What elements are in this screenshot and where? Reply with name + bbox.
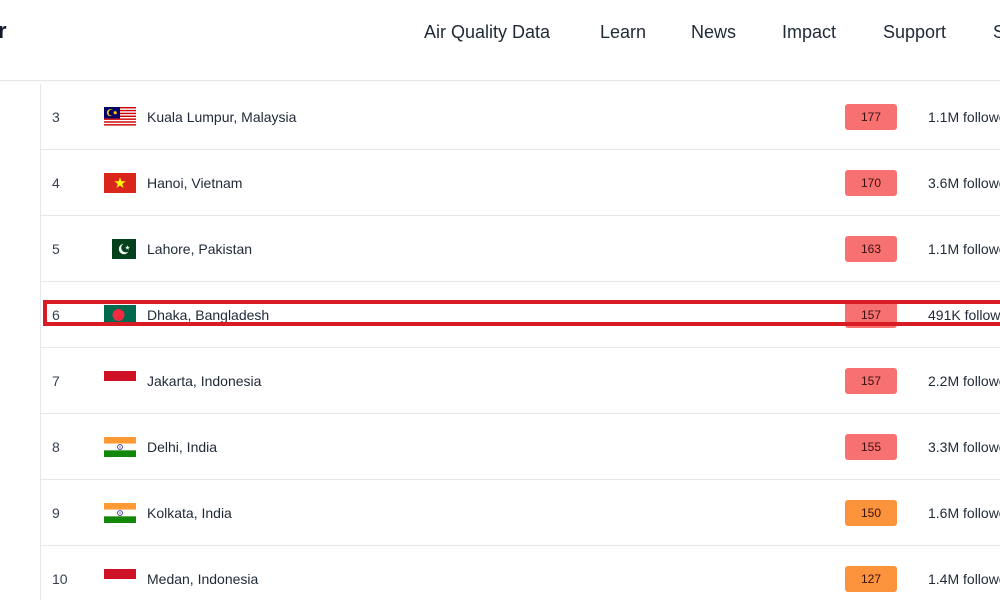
- followers-count: 1.1M followers: [928, 240, 1000, 257]
- city-name[interactable]: Jakarta, Indonesia: [147, 373, 261, 389]
- aqi-badge: 150: [845, 499, 897, 526]
- followers-count: 2.2M followers: [928, 372, 1000, 389]
- city-name[interactable]: Kolkata, India: [147, 505, 232, 521]
- table-row[interactable]: 7 Jakarta, Indonesia 157 2.2M followers: [41, 348, 1000, 414]
- india-flag-icon: [104, 502, 136, 523]
- followers-count: 1.4M followers: [928, 570, 1000, 587]
- nav-learn[interactable]: Learn: [600, 22, 646, 43]
- city-name[interactable]: Medan, Indonesia: [147, 571, 258, 587]
- city-name[interactable]: Kuala Lumpur, Malaysia: [147, 109, 296, 125]
- aqi-badge: 177: [845, 103, 897, 130]
- pakistan-flag-icon: [104, 238, 136, 259]
- table-row[interactable]: 4 Hanoi, Vietnam 170 3.6M followers: [41, 150, 1000, 216]
- aqi-badge: 157: [845, 301, 897, 328]
- rank-number: 8: [52, 438, 60, 455]
- followers-count: 1.1M followers: [928, 108, 1000, 125]
- city-name[interactable]: Lahore, Pakistan: [147, 241, 252, 257]
- city-ranking-table: 3 Kuala Lumpur, Malaysia 177 1.1M follow…: [40, 84, 1000, 600]
- followers-count: 3.3M followers: [928, 438, 1000, 455]
- aqi-badge: 127: [845, 565, 897, 592]
- vietnam-flag-icon: [104, 172, 136, 193]
- malaysia-flag-icon: [104, 106, 136, 127]
- rank-number: 4: [52, 174, 60, 191]
- city-name[interactable]: Dhaka, Bangladesh: [147, 307, 269, 323]
- rank-number: 7: [52, 372, 60, 389]
- india-flag-icon: [104, 436, 136, 457]
- nav-support[interactable]: Support: [883, 22, 946, 43]
- bangladesh-flag-icon: [104, 304, 136, 325]
- indonesia-flag-icon: [104, 568, 136, 589]
- table-row[interactable]: 9 Kolkata, India 150 1.6M followers: [41, 480, 1000, 546]
- aqi-badge: 163: [845, 235, 897, 262]
- followers-count: 1.6M followers: [928, 504, 1000, 521]
- followers-count: 491K followers: [928, 306, 1000, 323]
- aqi-badge: 155: [845, 433, 897, 460]
- table-row[interactable]: 5 Lahore, Pakistan 163 1.1M followers: [41, 216, 1000, 282]
- rank-number: 3: [52, 108, 60, 125]
- nav-news[interactable]: News: [691, 22, 736, 43]
- city-name[interactable]: Delhi, India: [147, 439, 217, 455]
- table-row-highlighted[interactable]: 6 Dhaka, Bangladesh 157 491K followers: [41, 282, 1000, 348]
- logo-fragment[interactable]: r: [0, 18, 7, 44]
- top-header: r Air Quality Data Learn News Impact Sup…: [0, 0, 1000, 81]
- rank-number: 6: [52, 306, 60, 323]
- nav-impact[interactable]: Impact: [782, 22, 836, 43]
- city-name[interactable]: Hanoi, Vietnam: [147, 175, 242, 191]
- followers-count: 3.6M followers: [928, 174, 1000, 191]
- aqi-badge: 170: [845, 169, 897, 196]
- rank-number: 9: [52, 504, 60, 521]
- nav-air-quality-data[interactable]: Air Quality Data: [424, 22, 550, 43]
- table-row[interactable]: 3 Kuala Lumpur, Malaysia 177 1.1M follow…: [41, 84, 1000, 150]
- table-row[interactable]: 10 Medan, Indonesia 127 1.4M followers: [41, 546, 1000, 600]
- table-row[interactable]: 8 Delhi, India 155 3.3M followers: [41, 414, 1000, 480]
- aqi-badge: 157: [845, 367, 897, 394]
- nav-item-cut[interactable]: S: [993, 22, 1000, 43]
- rank-number: 10: [52, 570, 68, 587]
- rank-number: 5: [52, 240, 60, 257]
- indonesia-flag-icon: [104, 370, 136, 391]
